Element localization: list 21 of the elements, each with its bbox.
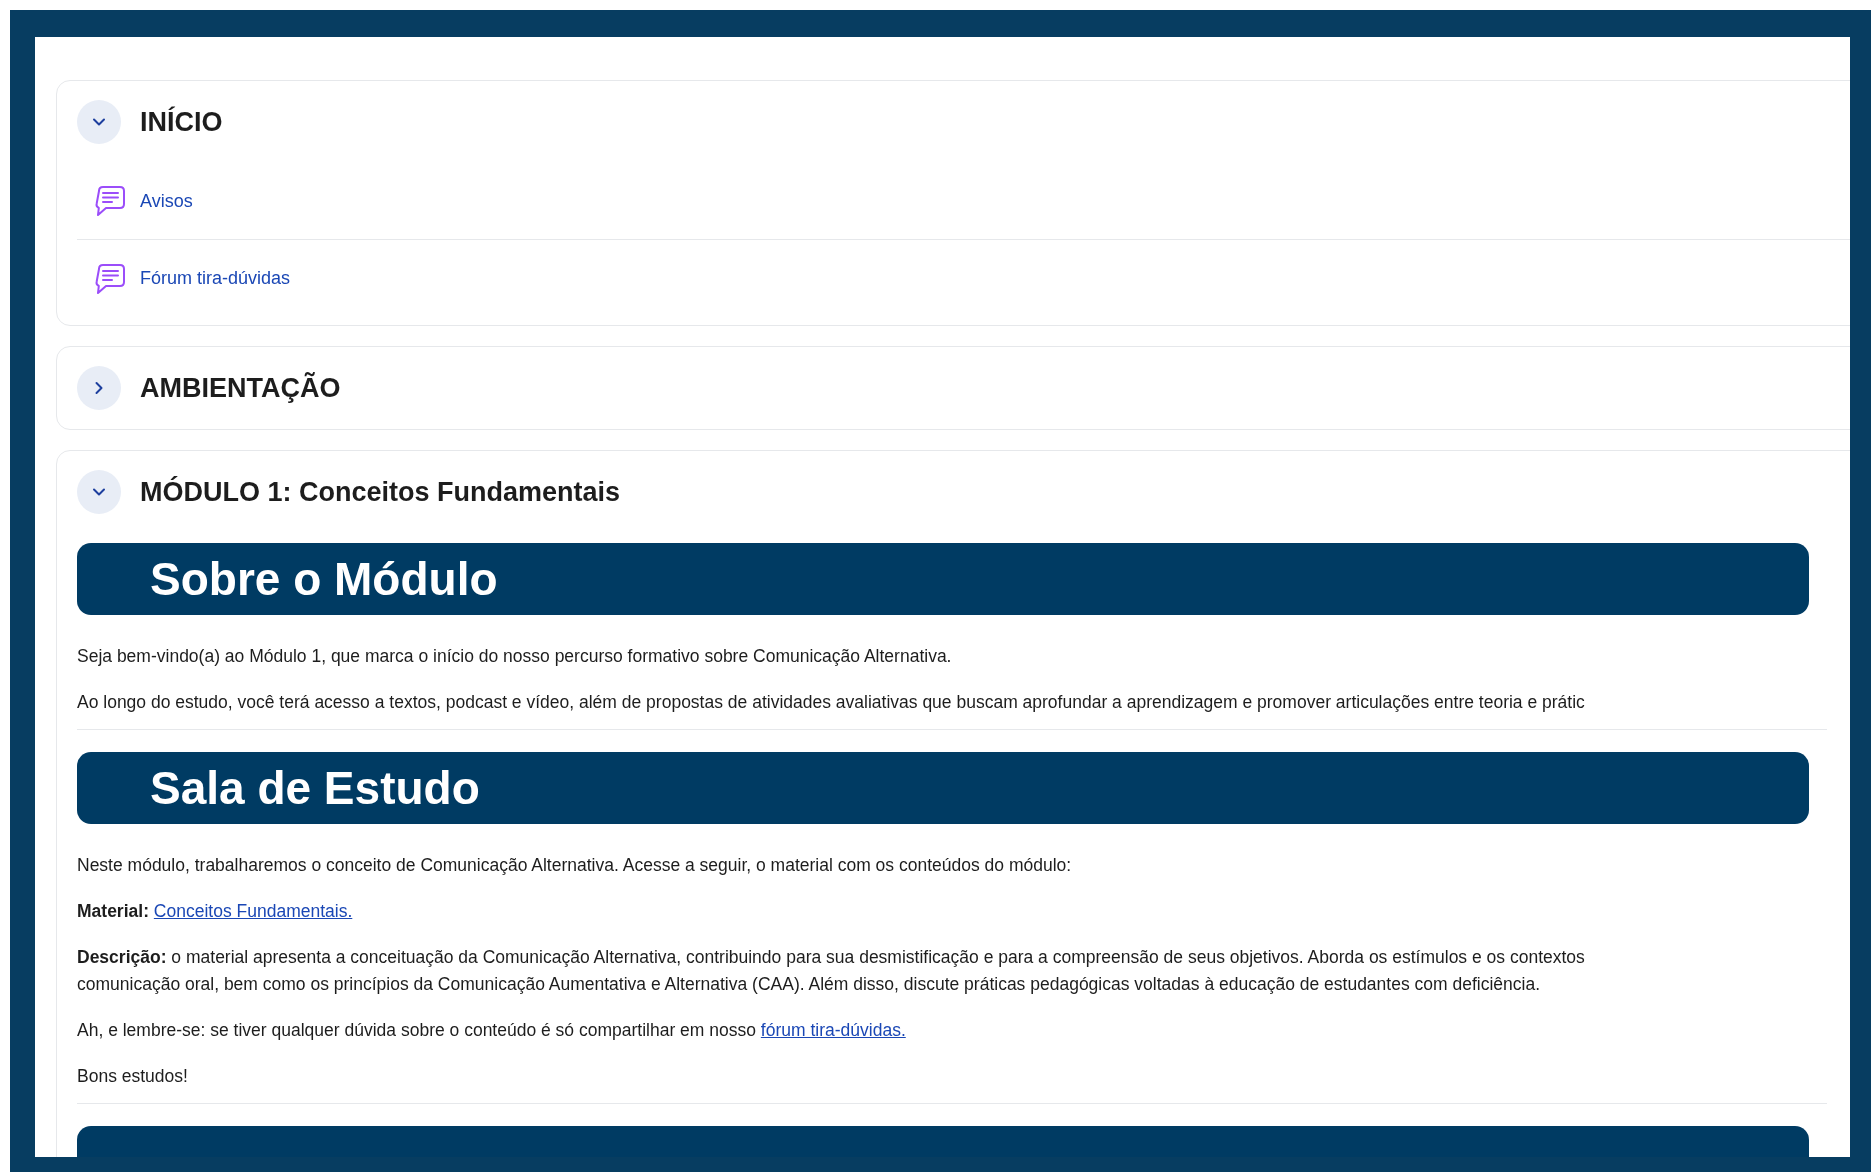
- collapse-button[interactable]: [77, 470, 121, 514]
- paragraph: Ao longo do estudo, você terá acesso a textos, podcast e vídeo, além de propostas de atividades avaliativas que buscam aprofundar a aprendizagem e promover articulações entre teoria e prátic: [77, 691, 1586, 714]
- banner-heading: Sala de Estudo: [150, 760, 480, 816]
- collapse-button[interactable]: [77, 100, 121, 144]
- paragraph: Ah, e lembre-se: se tiver qualquer dúvida sobre o conteúdo é só compartilhar em nosso fórum tira-dúvidas.: [77, 1019, 907, 1042]
- link[interactable]: fórum tira-dúvidas.: [760, 1020, 906, 1040]
- activity-link[interactable]: Avisos: [140, 187, 193, 215]
- chat-bubble-icon: [94, 262, 126, 295]
- link[interactable]: Conceitos Fundamentais.: [153, 901, 353, 921]
- paragraph: Material: Conceitos Fundamentais.: [77, 900, 354, 923]
- chat-bubble-icon: [94, 185, 126, 217]
- section-title: MÓDULO 1: Conceitos Fundamentais: [140, 475, 621, 509]
- section-title: AMBIENTAÇÃO: [140, 371, 341, 405]
- paragraph: Descrição: o material apresenta a conceituação da Comunicação Alternativa, contribuindo para sua desmistificação e para a compreensão de seus objetivos. Aborda os estímulos e os contextos comunicação oral, bem como os princípios da Comunicação Aumentativa e Alternativa (CAA). Além disso, discute práticas pedagógicas voltadas à educação de estudantes com deficiência.: [77, 946, 1586, 996]
- section-title: INÍCIO: [140, 105, 223, 139]
- paragraph: Bons estudos!: [77, 1065, 189, 1088]
- activity-link[interactable]: Fórum tira-dúvidas: [140, 265, 291, 292]
- banner-heading: Sobre o Módulo: [150, 551, 498, 607]
- paragraph: Neste módulo, trabalharemos o conceito de Comunicação Alternativa. Acesse a seguir, o material com os conteúdos do módulo:: [77, 854, 1073, 877]
- expand-button[interactable]: [77, 366, 121, 410]
- paragraph: Seja bem-vindo(a) ao Módulo 1, que marca o início do nosso percurso formativo sobre Comunicação Alternativa.: [77, 645, 953, 668]
